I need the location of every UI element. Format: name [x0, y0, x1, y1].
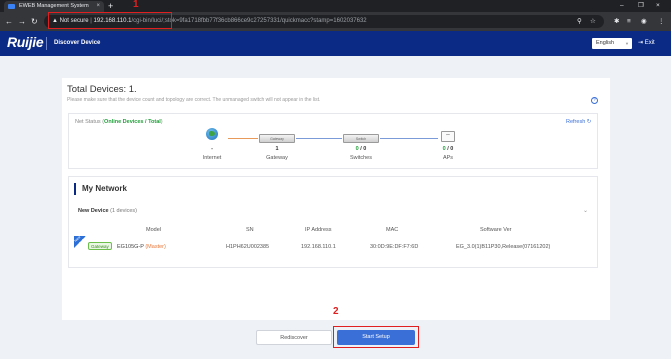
maximize-button[interactable]: ❐	[638, 0, 644, 12]
profile-avatar-icon[interactable]: ◉	[641, 12, 647, 31]
total-devices-title: Total Devices: 1.	[67, 84, 137, 95]
browser-tab-bar: EWEB Management System × + 1 – ❐ ×	[0, 0, 671, 12]
column-header-software: Software Ver	[480, 227, 512, 233]
link-switch-ap	[380, 138, 438, 139]
aps-count: 0 / 0	[442, 146, 454, 152]
switches-count: 0 / 0	[355, 146, 367, 152]
start-setup-button[interactable]: Start Setup	[337, 330, 415, 345]
new-tab-button[interactable]: +	[108, 0, 113, 12]
internet-count: -	[211, 146, 213, 152]
net-status-label: Net Status (Online Devices / Total)	[75, 119, 163, 125]
forward-icon[interactable]: →	[18, 12, 26, 31]
extensions-icon[interactable]: ✱	[614, 12, 619, 31]
column-header-model: Model	[146, 227, 161, 233]
aps-label: APs	[442, 155, 454, 161]
column-header-sn: SN	[246, 227, 254, 233]
ruijie-logo: Ruijie	[7, 34, 44, 50]
switches-label: Switches	[349, 155, 372, 161]
topology-node-gateway[interactable]: 1 Gateway	[257, 146, 297, 161]
new-badge: New	[74, 235, 86, 248]
device-software: EG_3.0(1)B11P30,Release(07161202)	[456, 244, 551, 250]
refresh-icon: ↻	[586, 119, 592, 125]
topology-hint: Please make sure that the device count a…	[67, 97, 321, 103]
link-internet-gateway	[228, 138, 258, 139]
browser-tab[interactable]: EWEB Management System ×	[4, 1, 104, 12]
refresh-link[interactable]: Refresh ↻	[566, 119, 591, 125]
column-header-ip: IP Address	[305, 227, 332, 233]
column-header-mac: MAC	[386, 227, 399, 233]
internet-label: Internet	[202, 155, 222, 161]
language-select[interactable]: English ▼	[592, 38, 632, 49]
topology-node-aps[interactable]: 0 / 0 APs	[428, 146, 468, 161]
reading-list-icon[interactable]: ≡	[627, 12, 631, 31]
device-ip: 192.168.110.1	[301, 244, 336, 250]
my-network-title: My Network	[74, 183, 127, 195]
tab-title: EWEB Management System	[19, 3, 89, 9]
gateway-label: Gateway	[266, 155, 288, 161]
zoom-icon[interactable]: ⚲	[577, 12, 582, 31]
reload-icon[interactable]: ↻	[31, 12, 38, 31]
gateway-tag: Gateway	[88, 242, 112, 250]
header-divider	[46, 37, 47, 50]
annotation-highlight-address	[48, 12, 172, 29]
exit-icon: ⇥	[638, 40, 645, 46]
app-header: Ruijie Discover Device English ▼ ⇥ Exit	[0, 31, 671, 56]
link-gateway-switch	[296, 138, 342, 139]
ap-device-icon: ⌔	[441, 131, 455, 142]
globe-land-shape	[209, 131, 215, 136]
browser-menu-icon[interactable]: ⋮	[658, 12, 665, 31]
gateway-device-icon: Gateway	[259, 134, 295, 143]
bookmark-star-icon[interactable]: ☆	[590, 12, 596, 31]
gateway-count: 1	[275, 146, 279, 152]
annotation-step-2: 2	[333, 306, 339, 317]
tab-close-icon[interactable]: ×	[96, 1, 100, 12]
topology-node-internet: - Internet	[192, 146, 232, 161]
collapse-chevron-icon[interactable]: ⌄	[583, 207, 588, 214]
switch-device-icon: Switch	[343, 134, 379, 143]
device-model: EG105G-P (Master)	[117, 244, 166, 250]
page-title: Discover Device	[54, 40, 101, 46]
my-network-panel	[68, 176, 598, 268]
topology-node-switches[interactable]: 0 / 0 Switches	[341, 146, 381, 161]
rediscover-button[interactable]: Rediscover	[256, 330, 332, 345]
device-sn: H1PH62U002385	[226, 244, 270, 250]
annotation-step-1: 1	[133, 0, 139, 10]
new-device-header[interactable]: New Device (1 devices)	[78, 208, 137, 214]
favicon-icon	[8, 4, 15, 9]
close-window-button[interactable]: ×	[656, 0, 660, 12]
help-icon[interactable]: ?	[591, 97, 598, 104]
back-icon[interactable]: ←	[5, 12, 13, 31]
minimize-button[interactable]: –	[620, 0, 624, 12]
chevron-down-icon: ▼	[625, 41, 629, 46]
device-mac: 30:0D:9E:DF:F7:6D	[370, 244, 419, 250]
exit-button[interactable]: ⇥ Exit	[638, 31, 655, 56]
